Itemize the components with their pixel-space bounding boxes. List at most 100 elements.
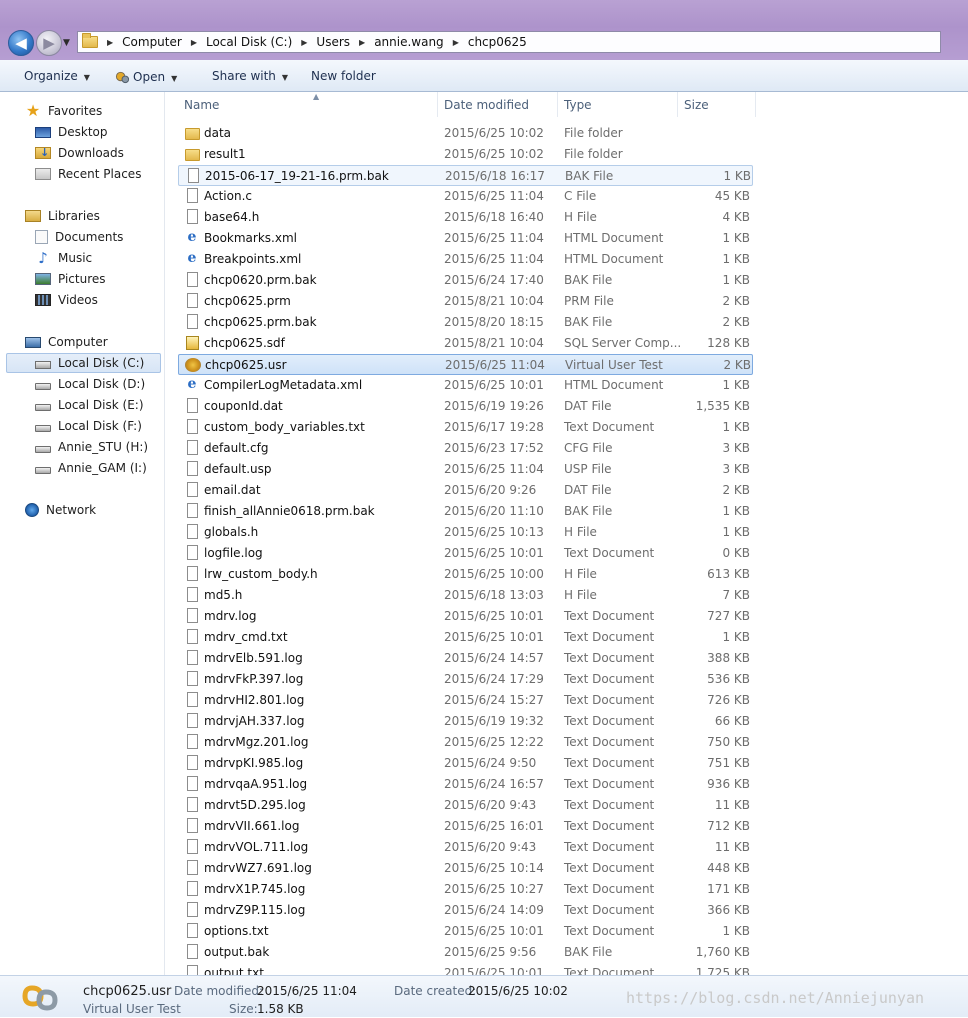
- file-row[interactable]: output.txt 2015/6/25 10:01 Text Document 1,…: [178, 963, 753, 975]
- file-row[interactable]: mdrvX1P.745.log 2015/6/25 10:27 Text Docum…: [178, 879, 753, 900]
- nav-computer[interactable]: Computer: [25, 332, 108, 352]
- nav-annie-gam-i[interactable]: Annie_GAM (I:): [35, 458, 147, 478]
- column-header-size[interactable]: Size: [678, 92, 756, 117]
- breadcrumb-separator-icon[interactable]: ▶: [107, 38, 113, 47]
- nav-videos[interactable]: Videos: [35, 290, 98, 310]
- share-with-button[interactable]: Share with ▼: [212, 69, 288, 83]
- file-row[interactable]: mdrvVII.661.log 2015/6/25 16:01 Text Docum…: [178, 816, 753, 837]
- back-button[interactable]: ◀: [8, 30, 34, 56]
- file-row[interactable]: chcp0625.prm 2015/8/21 10:04 PRM File 2 KB: [178, 291, 753, 312]
- file-row[interactable]: lrw_custom_body.h 2015/6/25 10:00 H File 61…: [178, 564, 753, 585]
- file-row[interactable]: output.bak 2015/6/25 9:56 BAK File 1,760 KB: [178, 942, 753, 963]
- file-row[interactable]: couponId.dat 2015/6/19 19:26 DAT File 1,535…: [178, 396, 753, 417]
- file-size: 366 KB: [707, 903, 750, 917]
- file-row[interactable]: mdrvHI2.801.log 2015/6/24 15:27 Text Docum…: [178, 690, 753, 711]
- nav-desktop[interactable]: Desktop: [35, 122, 108, 142]
- column-header-type[interactable]: Type: [558, 92, 678, 117]
- chevron-down-icon: ▼: [281, 73, 289, 82]
- file-row[interactable]: mdrvqaA.951.log 2015/6/24 16:57 Text Docum…: [178, 774, 753, 795]
- file-row[interactable]: mdrvVOL.711.log 2015/6/20 9:43 Text Docume…: [178, 837, 753, 858]
- file-name: Breakpoints.xml: [204, 252, 302, 266]
- nav-recent-places[interactable]: Recent Places: [35, 164, 141, 184]
- breadcrumb-chcp0625[interactable]: chcp0625: [468, 35, 527, 49]
- nav-local-disk-c[interactable]: Local Disk (C:): [6, 353, 161, 373]
- file-row[interactable]: mdrv.log 2015/6/25 10:01 Text Document 727 …: [178, 606, 753, 627]
- file-row[interactable]: mdrvpKI.985.log 2015/6/24 9:50 Text Docume…: [178, 753, 753, 774]
- column-header-name[interactable]: Name ▲: [178, 92, 438, 117]
- file-name: result1: [204, 147, 246, 161]
- file-row[interactable]: logfile.log 2015/6/25 10:01 Text Document 0…: [178, 543, 753, 564]
- nav-downloads[interactable]: Downloads: [35, 143, 124, 163]
- file-name: chcp0625.prm: [204, 294, 291, 308]
- nav-music[interactable]: ♪ Music: [35, 248, 92, 268]
- nav-libraries[interactable]: Libraries: [25, 206, 100, 226]
- breadcrumb-separator-icon[interactable]: ▶: [359, 38, 365, 47]
- file-row[interactable]: mdrvFkP.397.log 2015/6/24 17:29 Text Docum…: [178, 669, 753, 690]
- nav-annie-stu-h[interactable]: Annie_STU (H:): [35, 437, 148, 457]
- file-row[interactable]: custom_body_variables.txt 2015/6/17 19:28…: [178, 417, 753, 438]
- address-bar[interactable]: ▶ Computer ▶ Local Disk (C:) ▶ Users ▶ a…: [77, 31, 941, 53]
- file-row[interactable]: e Breakpoints.xml 2015/6/25 11:04 HTML Docu…: [178, 249, 753, 270]
- file-row[interactable]: chcp0620.prm.bak 2015/6/24 17:40 BAK File 1…: [178, 270, 753, 291]
- document-icon: [187, 566, 198, 581]
- column-header-label: Date modified: [444, 98, 530, 112]
- file-row[interactable]: chcp0625.sdf 2015/8/21 10:04 SQL Server Co…: [178, 333, 753, 354]
- nav-favorites[interactable]: ★ Favorites: [25, 101, 102, 121]
- file-type: BAK File: [564, 315, 613, 329]
- file-name: mdrvpKI.985.log: [204, 756, 304, 770]
- open-button[interactable]: Open ▼: [115, 69, 177, 84]
- column-header-date-modified[interactable]: Date modified: [438, 92, 558, 117]
- file-row[interactable]: email.dat 2015/6/20 9:26 DAT File 2 KB: [178, 480, 753, 501]
- file-row[interactable]: e CompilerLogMetadata.xml 2015/6/25 10:01 H…: [178, 375, 753, 396]
- breadcrumb-annie-wang[interactable]: annie.wang: [374, 35, 444, 49]
- document-icon: [187, 608, 198, 623]
- nav-network[interactable]: Network: [25, 500, 96, 520]
- file-row[interactable]: options.txt 2015/6/25 10:01 Text Document 1…: [178, 921, 753, 942]
- file-row[interactable]: default.usp 2015/6/25 11:04 USP File 3 KB: [178, 459, 753, 480]
- forward-button[interactable]: ▶: [36, 30, 62, 56]
- file-row[interactable]: e Bookmarks.xml 2015/6/25 11:04 HTML Docume…: [178, 228, 753, 249]
- nav-documents[interactable]: Documents: [35, 227, 123, 247]
- breadcrumb-computer[interactable]: Computer: [122, 35, 182, 49]
- nav-local-disk-d[interactable]: Local Disk (D:): [35, 374, 145, 394]
- file-row[interactable]: chcp0625.prm.bak 2015/8/20 18:15 BAK File 2…: [178, 312, 753, 333]
- breadcrumb-separator-icon[interactable]: ▶: [453, 38, 459, 47]
- file-row[interactable]: globals.h 2015/6/25 10:13 H File 1 KB: [178, 522, 753, 543]
- column-header-label: Name: [184, 98, 220, 112]
- breadcrumb-users[interactable]: Users: [316, 35, 350, 49]
- recent-pages-dropdown[interactable]: ▼: [63, 38, 70, 48]
- nav-pictures[interactable]: Pictures: [35, 269, 106, 289]
- file-row[interactable]: mdrvMgz.201.log 2015/6/25 12:22 Text Docum…: [178, 732, 753, 753]
- window-titlebar: ◀ ▶ ▼ ▶ Computer ▶ Local Disk (C:) ▶ Use…: [0, 0, 968, 60]
- file-row[interactable]: finish_allAnnie0618.prm.bak 2015/6/20 11:…: [178, 501, 753, 522]
- file-row[interactable]: chcp0625.usr 2015/6/25 11:04 Virtual User …: [178, 354, 753, 375]
- file-row[interactable]: data 2015/6/25 10:02 File folder: [178, 123, 753, 144]
- file-row[interactable]: default.cfg 2015/6/23 17:52 CFG File 3 KB: [178, 438, 753, 459]
- breadcrumb-local-disk-c[interactable]: Local Disk (C:): [206, 35, 292, 49]
- file-row[interactable]: mdrvZ9P.115.log 2015/6/24 14:09 Text Docum…: [178, 900, 753, 921]
- file-row[interactable]: result1 2015/6/25 10:02 File folder: [178, 144, 753, 165]
- file-row[interactable]: base64.h 2015/6/18 16:40 H File 4 KB: [178, 207, 753, 228]
- column-header-label: Size: [684, 98, 709, 112]
- file-name: options.txt: [204, 924, 269, 938]
- file-row[interactable]: 2015-06-17_19-21-16.prm.bak 2015/6/18 16:…: [178, 165, 753, 186]
- file-row[interactable]: mdrvElb.591.log 2015/6/24 14:57 Text Docum…: [178, 648, 753, 669]
- file-row[interactable]: mdrvWZ7.691.log 2015/6/25 10:14 Text Docum…: [178, 858, 753, 879]
- share-with-label: Share with: [212, 69, 276, 83]
- new-folder-button[interactable]: New folder: [311, 69, 376, 83]
- breadcrumb-separator-icon[interactable]: ▶: [301, 38, 307, 47]
- file-row[interactable]: mdrv_cmd.txt 2015/6/25 10:01 Text Document…: [178, 627, 753, 648]
- document-icon: [187, 671, 198, 686]
- nav-local-disk-f[interactable]: Local Disk (F:): [35, 416, 142, 436]
- nav-local-disk-e[interactable]: Local Disk (E:): [35, 395, 144, 415]
- file-date-modified: 2015/6/25 10:13: [444, 525, 544, 539]
- file-row[interactable]: mdrvjAH.337.log 2015/6/19 19:32 Text Docum…: [178, 711, 753, 732]
- document-icon: [187, 923, 198, 938]
- file-row[interactable]: md5.h 2015/6/18 13:03 H File 7 KB: [178, 585, 753, 606]
- file-size: 66 KB: [714, 714, 750, 728]
- file-row[interactable]: mdrvt5D.295.log 2015/6/20 9:43 Text Docume…: [178, 795, 753, 816]
- file-size: 3 KB: [722, 462, 750, 476]
- organize-button[interactable]: Organize ▼: [24, 69, 90, 83]
- file-row[interactable]: Action.c 2015/6/25 11:04 C File 45 KB: [178, 186, 753, 207]
- breadcrumb-separator-icon[interactable]: ▶: [191, 38, 197, 47]
